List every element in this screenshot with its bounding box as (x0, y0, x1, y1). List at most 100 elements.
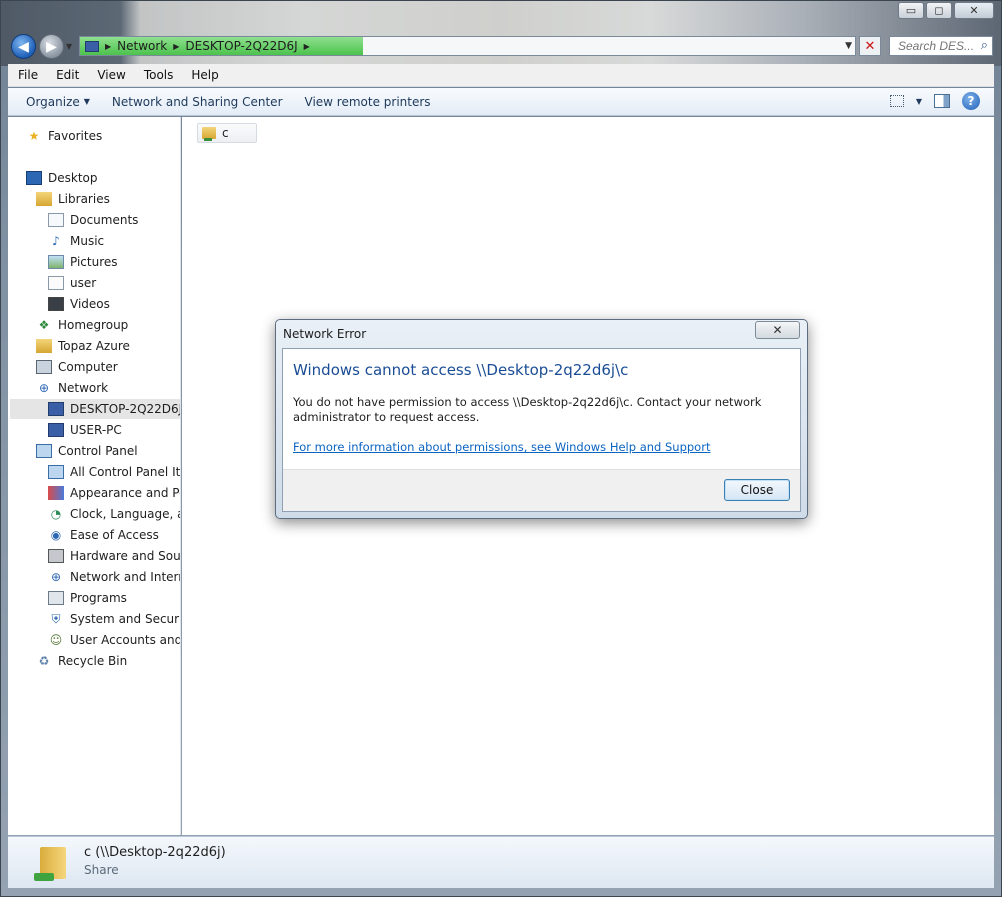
menu-help[interactable]: Help (182, 68, 227, 82)
change-view-icon[interactable] (889, 95, 904, 107)
nav-topaz-azure[interactable]: Topaz Azure (36, 336, 130, 356)
close-window-button[interactable]: ✕ (954, 2, 994, 19)
menu-file[interactable]: File (8, 68, 47, 82)
breadcrumb-desktop-pc[interactable]: DESKTOP-2Q22D6J (185, 39, 297, 53)
menu-tools[interactable]: Tools (135, 68, 183, 82)
nav-homegroup[interactable]: ❖ Homegroup (36, 315, 129, 335)
nav-network-internet[interactable]: ⊕ Network and Internet (48, 567, 180, 587)
search-input[interactable] (898, 39, 978, 53)
user-folder-icon (36, 339, 52, 353)
network-icon: ⊕ (38, 381, 50, 395)
dialog-footer: Close (283, 469, 800, 511)
nav-all-control-panel-items[interactable]: All Control Panel Iten (48, 462, 180, 482)
dialog-close-x-button[interactable]: ✕ (755, 321, 800, 339)
nav-hardware-sound[interactable]: Hardware and Sound (48, 546, 180, 566)
network-icon (85, 40, 99, 52)
file-icon (48, 276, 64, 290)
view-options-dropdown-icon[interactable]: ▼ (916, 97, 922, 106)
control-panel-icon (48, 465, 64, 479)
computer-icon (36, 360, 52, 374)
organize-button[interactable]: Organize ▼ (8, 95, 101, 109)
chevron-right-icon[interactable]: ▶ (304, 42, 310, 51)
control-panel-icon (36, 444, 52, 458)
nav-pictures[interactable]: Pictures (48, 252, 118, 272)
network-sharing-center-button[interactable]: Network and Sharing Center (101, 95, 294, 109)
clock-icon: ◔ (50, 507, 62, 521)
pc-icon (48, 423, 64, 437)
nav-recycle-bin[interactable]: ♻ Recycle Bin (36, 651, 128, 671)
chevron-right-icon[interactable]: ▶ (173, 42, 179, 51)
help-icon[interactable]: ? (962, 92, 980, 110)
shared-folder-icon (30, 843, 70, 883)
recent-pages-dropdown[interactable]: ▼ (66, 42, 72, 51)
address-bar[interactable]: ▶ Network ▶ DESKTOP-2Q22D6J ▶ ▼ (79, 36, 856, 56)
documents-icon (48, 213, 64, 227)
nav-appearance[interactable]: Appearance and Pers (48, 483, 180, 503)
back-button[interactable]: ◀ (11, 34, 36, 59)
homegroup-icon: ❖ (38, 318, 50, 332)
printer-icon (48, 549, 64, 563)
arrow-right-icon: ▶ (46, 38, 57, 55)
dialog-message: You do not have permission to access \\D… (293, 395, 762, 424)
nav-videos[interactable]: Videos (48, 294, 110, 314)
dialog-body: Windows cannot access \\Desktop-2q22d6j\… (282, 348, 801, 512)
nav-control-panel[interactable]: Control Panel (36, 441, 138, 461)
search-box[interactable]: ⌕ (889, 36, 993, 56)
dialog-title: Network Error (283, 327, 367, 341)
nav-documents[interactable]: Documents (48, 210, 138, 230)
nav-user-accounts[interactable]: ☺ User Accounts and Fa (48, 630, 180, 650)
nav-favorites[interactable]: ★ Favorites (26, 126, 103, 146)
recycle-bin-icon: ♻ (38, 654, 50, 668)
share-item-c[interactable]: c (197, 123, 257, 143)
libraries-icon (36, 192, 52, 206)
videos-icon (48, 297, 64, 311)
nav-clock-language[interactable]: ◔ Clock, Language, and (48, 504, 180, 524)
command-bar: Organize ▼ Network and Sharing Center Vi… (8, 88, 994, 116)
minimize-button[interactable]: ▭ (898, 2, 924, 19)
navigation-pane: ★ Favorites Desktop Libraries Documents … (8, 117, 181, 835)
menu-view[interactable]: View (88, 68, 134, 82)
dialog-close-button[interactable]: Close (724, 479, 790, 501)
search-icon[interactable]: ⌕ (981, 38, 988, 53)
organize-label: Organize (26, 94, 80, 109)
share-item-label: c (222, 126, 229, 140)
address-dropdown-icon[interactable]: ▼ (845, 41, 852, 51)
stop-loading-button[interactable]: ✕ (859, 36, 881, 56)
caption-buttons: ▭ ◻ ✕ (898, 2, 994, 19)
shield-icon: ⛨ (51, 611, 61, 626)
breadcrumb-network[interactable]: Network (117, 39, 167, 53)
view-remote-printers-button[interactable]: View remote printers (294, 95, 442, 109)
menu-edit[interactable]: Edit (47, 68, 88, 82)
nav-network[interactable]: ⊕ Network (36, 378, 108, 398)
nav-user[interactable]: user (48, 273, 96, 293)
ease-of-access-icon: ◉ (50, 528, 62, 542)
details-title: c (\\Desktop-2q22d6j) (84, 845, 226, 860)
nav-programs[interactable]: Programs (48, 588, 127, 608)
maximize-button[interactable]: ◻ (926, 2, 952, 19)
chevron-down-icon: ▼ (83, 97, 90, 106)
shared-folder-icon (202, 127, 216, 141)
nav-system-security[interactable]: ⛨ System and Security (48, 609, 180, 629)
details-pane: c (\\Desktop-2q22d6j) Share (8, 836, 994, 888)
forward-button[interactable]: ▶ (39, 34, 64, 59)
users-icon: ☺ (49, 633, 63, 647)
nav-computer[interactable]: Computer (36, 357, 118, 377)
network-internet-icon: ⊕ (50, 570, 62, 584)
nav-libraries[interactable]: Libraries (36, 189, 110, 209)
nav-music[interactable]: ♪ Music (48, 231, 104, 251)
pc-icon (48, 402, 64, 416)
nav-ease-of-access[interactable]: ◉ Ease of Access (48, 525, 159, 545)
nav-desktop-2q22d6j[interactable]: DESKTOP-2Q22D6J (10, 399, 180, 419)
network-error-dialog: Network Error ✕ Windows cannot access \\… (275, 319, 808, 519)
stop-icon: ✕ (864, 38, 876, 54)
music-icon: ♪ (52, 234, 60, 248)
chevron-right-icon[interactable]: ▶ (105, 42, 111, 51)
dialog-main-instruction: Windows cannot access \\Desktop-2q22d6j\… (293, 361, 629, 379)
nav-user-pc[interactable]: USER-PC (48, 420, 122, 440)
menu-bar: File Edit View Tools Help (8, 64, 994, 87)
programs-icon (48, 591, 64, 605)
details-type: Share (84, 863, 119, 877)
nav-desktop[interactable]: Desktop (26, 168, 98, 188)
preview-pane-icon[interactable] (934, 94, 950, 108)
help-support-link[interactable]: For more information about permissions, … (293, 440, 710, 454)
